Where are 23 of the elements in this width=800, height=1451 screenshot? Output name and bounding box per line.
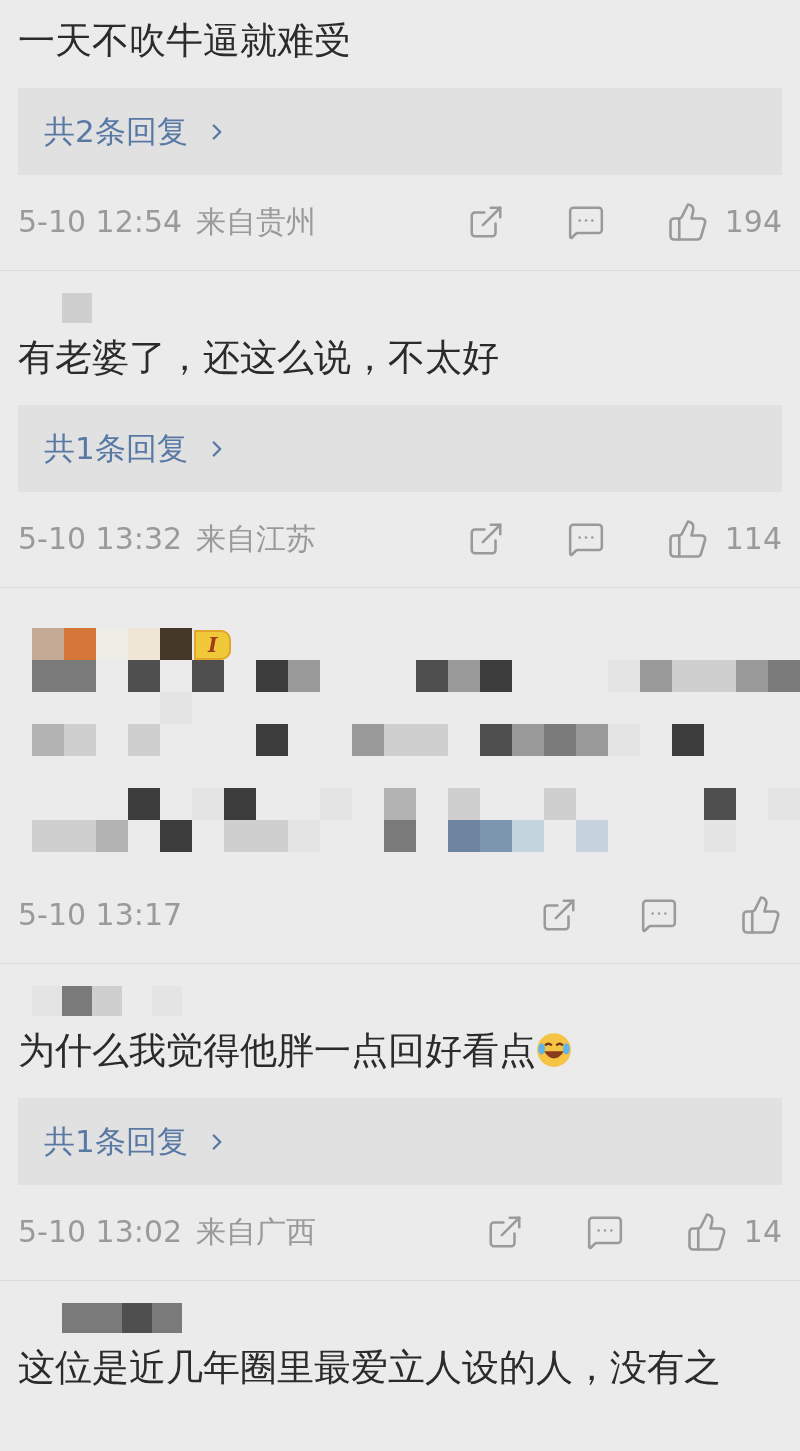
comment-text: 一天不吹牛逼就难受 — [17, 18, 352, 64]
replies-link[interactable]: 共2条回复 — [18, 88, 782, 175]
comment-time: 5-10 13:32 — [18, 520, 183, 558]
level-badge: I — [194, 630, 232, 660]
thumbs-up-icon — [685, 1210, 728, 1253]
replies-link[interactable]: 共1条回复 — [18, 1098, 782, 1185]
thumbs-up-icon — [740, 893, 782, 936]
thumbs-up-icon — [666, 200, 709, 243]
replies-link[interactable]: 共1条回复 — [18, 405, 782, 492]
comment-time: 5-10 12:54 — [18, 203, 183, 241]
comment-text: 有老婆了，还这么说，不太好 — [17, 335, 500, 381]
comment-time: 5-10 13:02 — [18, 1213, 183, 1251]
like-button[interactable]: 194 — [666, 199, 782, 244]
comment-text: 这位是近几年圈里最爱立人设的人，没有之 — [17, 1345, 722, 1391]
thumbs-up-icon — [666, 517, 709, 560]
like-button[interactable] — [740, 893, 782, 936]
like-button[interactable]: 114 — [666, 516, 782, 561]
comment-location: 来自江苏 — [196, 520, 317, 558]
like-button[interactable]: 14 — [685, 1209, 782, 1254]
comment-time: 5-10 13:17 — [18, 896, 183, 934]
comment-text: 为什么我觉得他胖一点回好看点 — [0, 1016, 800, 1076]
comment-location: 来自广西 — [196, 1213, 317, 1251]
comment-location: 来自贵州 — [196, 203, 317, 241]
